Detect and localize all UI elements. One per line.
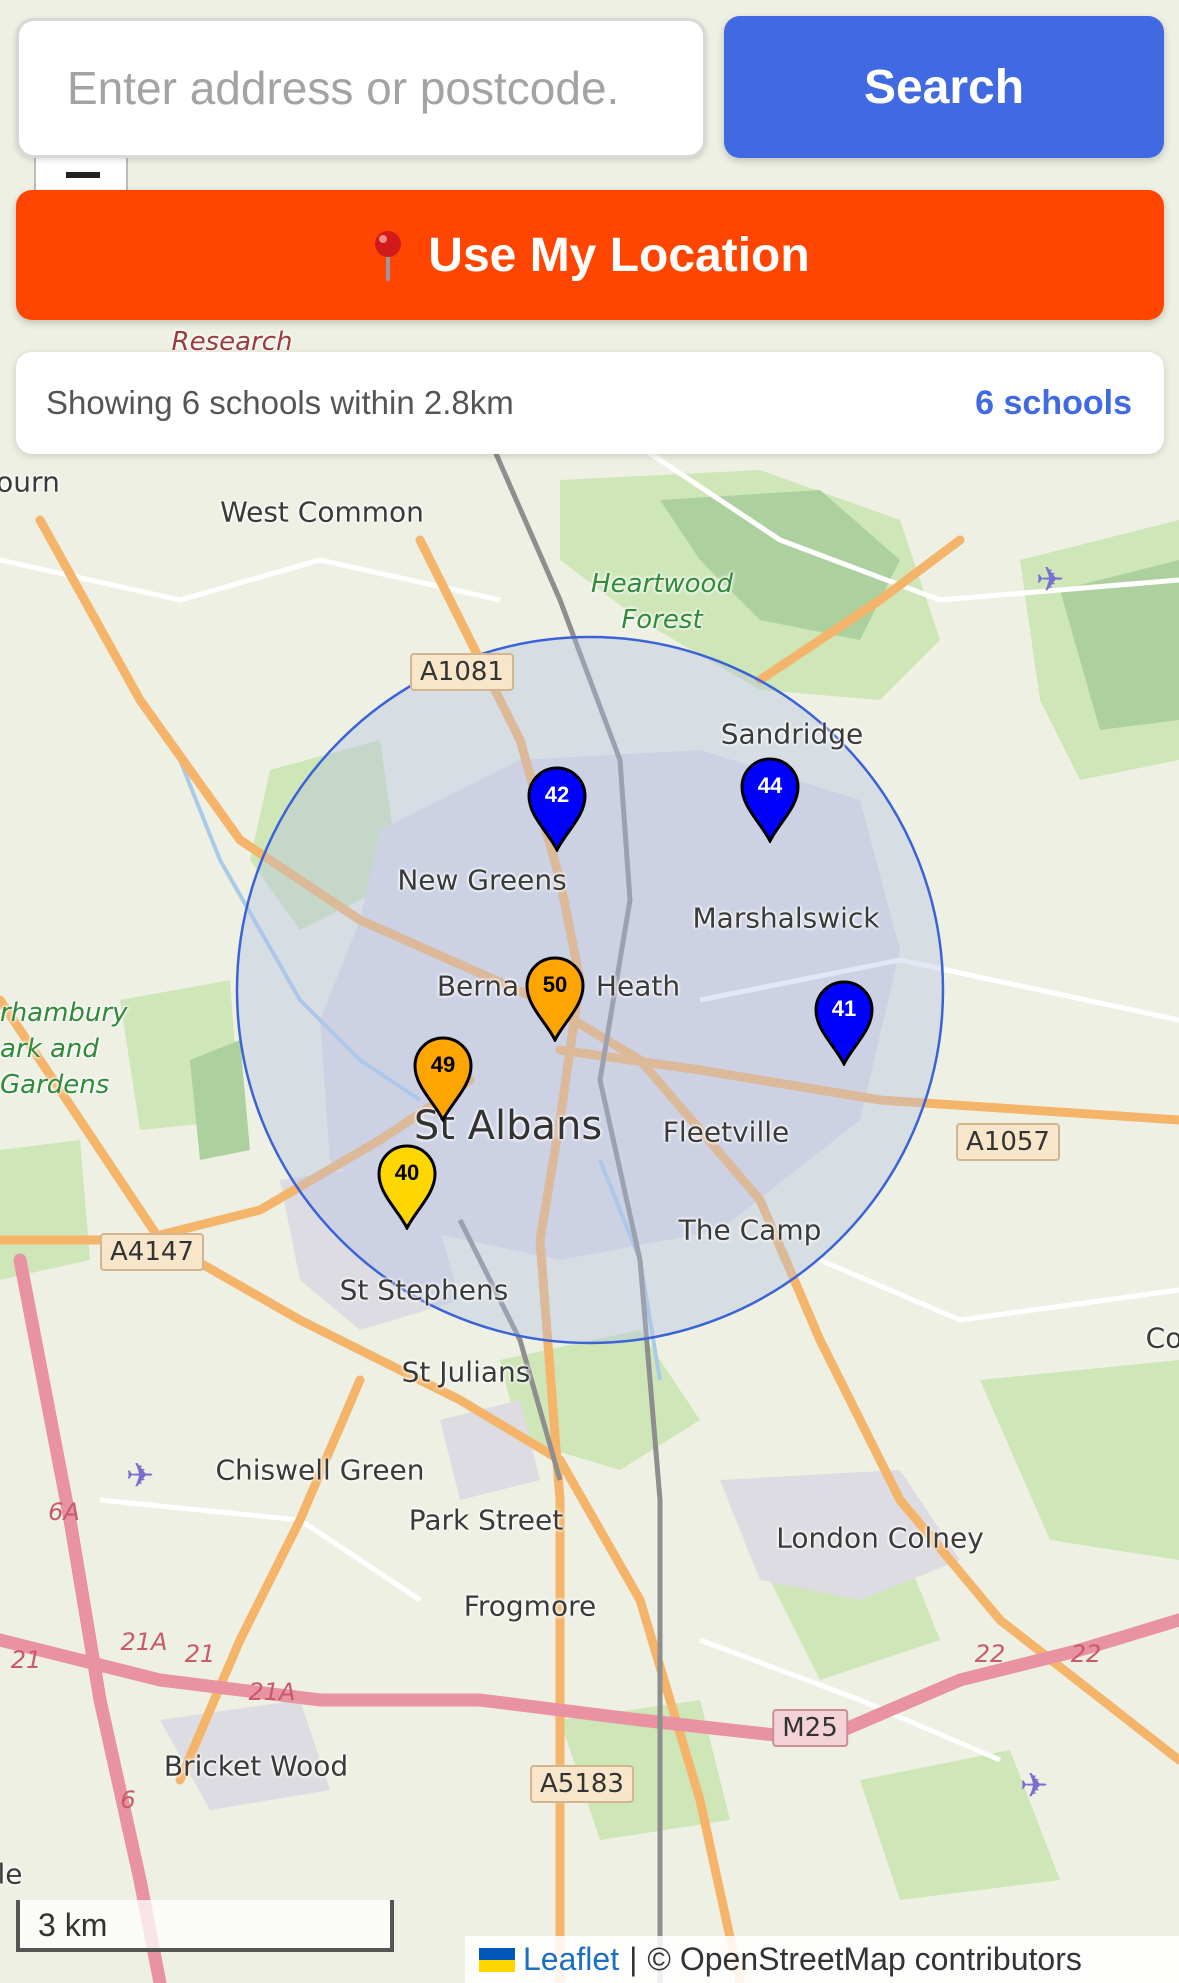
results-count: 6 schools <box>975 383 1132 422</box>
place-label-berna: Berna <box>436 969 520 1003</box>
search-button[interactable]: Search <box>724 16 1164 158</box>
school-score: 41 <box>831 996 857 1021</box>
place-label-new-greens: New Greens <box>397 863 567 897</box>
place-label-forest: Forest <box>621 605 703 635</box>
school-marker[interactable]: 49 <box>412 1036 474 1122</box>
results-summary: Showing 6 schools within 2.8km <box>46 384 514 421</box>
ukraine-flag-icon <box>479 1947 515 1972</box>
use-my-location-label: Use My Location <box>428 228 810 282</box>
airport-icon: ✈ <box>1019 1767 1049 1805</box>
junction-label: 6A <box>48 1498 80 1526</box>
school-score: 49 <box>430 1052 456 1077</box>
junction-label: 22 <box>1070 1640 1102 1668</box>
place-label-park-2: ark and <box>0 1034 99 1064</box>
place-label-sandridge: Sandridge <box>720 717 864 751</box>
place-label-st-julians: St Julians <box>401 1355 531 1389</box>
place-label-fleetville: Fleetville <box>662 1115 790 1149</box>
junction-label: 21A <box>248 1678 296 1706</box>
airport-icon: ✈ <box>125 1457 155 1495</box>
school-score: 44 <box>757 773 783 798</box>
junction-label: 21 <box>184 1640 216 1668</box>
place-label-london-colney: London Colney <box>776 1521 984 1555</box>
pin-icon <box>370 229 406 281</box>
road-shield-a1057: A1057 <box>956 1123 1060 1161</box>
osm-attribution: © OpenStreetMap contributors <box>647 1941 1082 1977</box>
place-label-west-common: West Common <box>220 495 424 529</box>
minus-icon <box>66 172 100 178</box>
place-label-heartwood: Heartwood <box>591 569 733 599</box>
junction-label: 22 <box>974 1640 1006 1668</box>
school-score: 50 <box>542 972 568 997</box>
place-label-frogmore: Frogmore <box>463 1589 597 1623</box>
school-marker[interactable]: 44 <box>739 757 801 843</box>
place-label-the-camp: The Camp <box>678 1213 822 1247</box>
school-marker[interactable]: 41 <box>813 980 875 1066</box>
school-marker[interactable]: 50 <box>524 956 586 1042</box>
attribution-separator: | <box>629 1941 638 1977</box>
search-input[interactable] <box>16 18 706 158</box>
school-marker[interactable]: 40 <box>376 1144 438 1230</box>
use-my-location-button[interactable]: Use My Location <box>16 190 1164 320</box>
place-label-park-1: rhambury <box>0 998 128 1028</box>
airport-icon: ✈ <box>1035 561 1065 599</box>
place-label-st-stephens: St Stephens <box>339 1273 509 1307</box>
place-label-park-3: Gardens <box>0 1070 110 1100</box>
leaflet-link[interactable]: Leaflet <box>523 1941 619 1978</box>
map-attribution: Leaflet | © OpenStreetMap contributors <box>465 1936 1179 1983</box>
place-label-chiswell-green: Chiswell Green <box>215 1453 425 1487</box>
road-shield-m25: M25 <box>772 1709 848 1747</box>
place-label-ourn: ourn <box>0 465 60 499</box>
junction-label: 6 <box>120 1786 136 1814</box>
place-label-park-street: Park Street <box>408 1503 564 1537</box>
place-label-co: Co <box>1145 1321 1179 1355</box>
place-label-le: le <box>0 1857 23 1891</box>
place-label-marshalswick: Marshalswick <box>692 901 880 935</box>
road-shield-a1081: A1081 <box>410 653 514 691</box>
junction-label: 21A <box>120 1628 168 1656</box>
scale-bar: 3 km <box>16 1900 394 1952</box>
results-status-bar: Showing 6 schools within 2.8km 6 schools <box>16 352 1164 454</box>
junction-label: 21 <box>10 1646 42 1674</box>
school-score: 40 <box>394 1160 420 1185</box>
place-label-bricket-wood: Bricket Wood <box>163 1749 349 1783</box>
school-score: 42 <box>544 782 570 807</box>
road-shield-a5183: A5183 <box>530 1765 634 1803</box>
place-label-heath: Heath <box>595 969 681 1003</box>
school-marker[interactable]: 42 <box>526 766 588 852</box>
road-shield-a4147: A4147 <box>100 1233 204 1271</box>
